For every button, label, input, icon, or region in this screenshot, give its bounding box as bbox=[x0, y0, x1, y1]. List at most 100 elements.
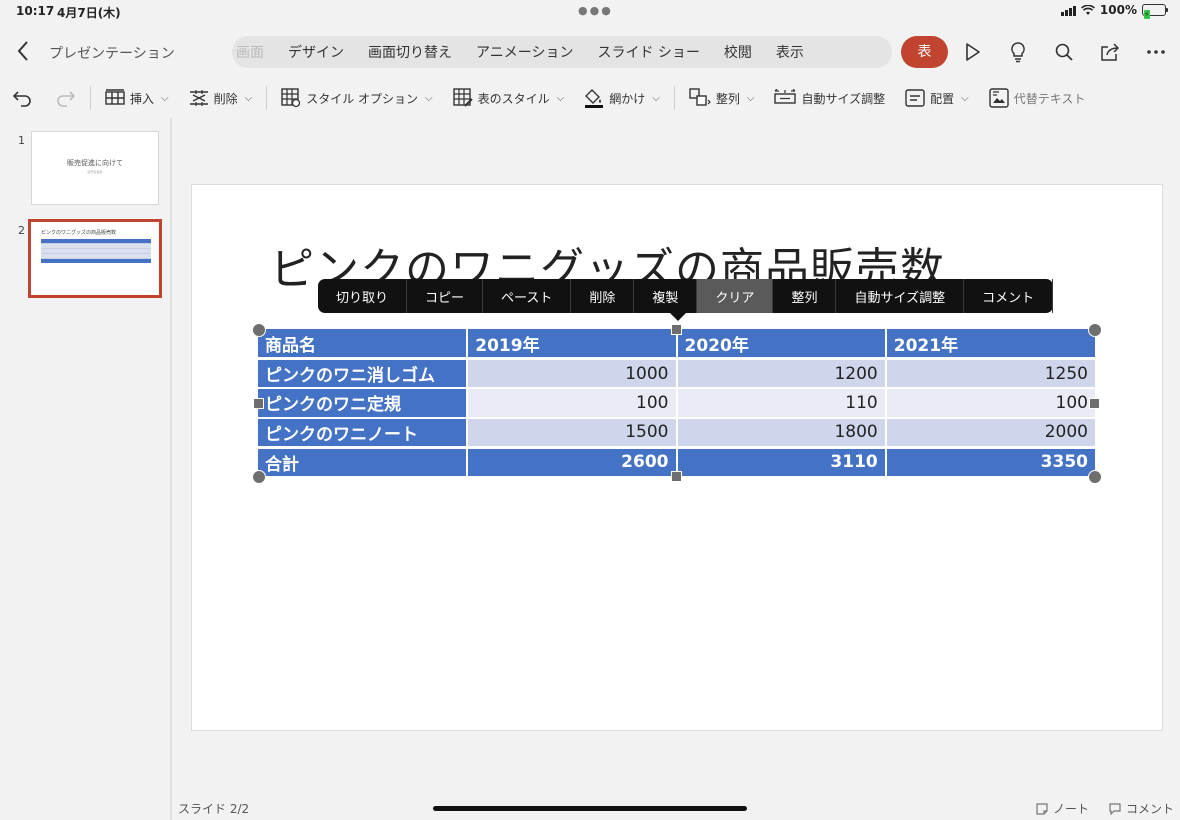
menu-item-paste[interactable]: ペースト bbox=[483, 279, 572, 313]
play-icon[interactable] bbox=[958, 38, 986, 66]
table-styles-icon bbox=[452, 88, 473, 107]
table-cell[interactable]: 100 bbox=[467, 388, 678, 419]
undo-button[interactable] bbox=[0, 83, 40, 113]
multitask-dots-icon[interactable]: ●●● bbox=[578, 4, 613, 17]
table-header-cell[interactable]: 2021年 bbox=[885, 329, 1095, 360]
comment-icon bbox=[1109, 802, 1121, 815]
menu-item-cut[interactable]: 切り取り bbox=[318, 279, 408, 313]
resize-handle-left[interactable] bbox=[253, 398, 264, 409]
resize-handle-bottom-right[interactable] bbox=[1088, 470, 1102, 484]
arrange-label: 整列 bbox=[715, 91, 740, 106]
search-icon[interactable] bbox=[1050, 38, 1078, 66]
resize-handle-bottom[interactable] bbox=[671, 471, 682, 482]
table-cell[interactable]: 100 bbox=[885, 388, 1095, 419]
table-row: ピンクのワニノート 1500 1800 2000 bbox=[258, 417, 1095, 448]
table-cell[interactable]: 1200 bbox=[676, 358, 887, 389]
alt-text-icon bbox=[989, 88, 1009, 108]
tab-draw[interactable]: 画面 bbox=[232, 42, 276, 62]
resize-handle-top[interactable] bbox=[671, 324, 682, 335]
tab-review[interactable]: 校閲 bbox=[712, 42, 764, 62]
table-insert-icon bbox=[105, 89, 125, 105]
table-cell[interactable]: 1500 bbox=[467, 417, 678, 448]
table-header-cell[interactable]: 商品名 bbox=[258, 329, 469, 360]
context-menu-pointer bbox=[670, 313, 686, 321]
slide-thumbnails-pane: 1 販売促進に向けて 販売促進部 2 ピンクのワニグッズの商品販売数 bbox=[0, 118, 172, 820]
menu-item-arrange[interactable]: 整列 bbox=[773, 279, 837, 313]
status-date: 4月7日(木) bbox=[57, 6, 121, 20]
lightbulb-icon[interactable] bbox=[1004, 38, 1032, 66]
table-style-options-icon bbox=[281, 88, 301, 108]
table-header-cell[interactable]: 2020年 bbox=[676, 329, 887, 360]
table-total-cell[interactable]: 3110 bbox=[676, 445, 887, 478]
app-header: プレゼンテーション 画面 デザイン 画面切り替え アニメーション スライド ショ… bbox=[0, 30, 1180, 74]
resize-handle-right[interactable] bbox=[1089, 398, 1100, 409]
arrange-button[interactable]: 整列 ⌵ bbox=[679, 83, 765, 113]
menu-item-clear[interactable]: クリア bbox=[697, 279, 774, 313]
tab-transitions[interactable]: 画面切り替え bbox=[356, 42, 464, 62]
thumbnail-title: ピンクのワニグッズの商品販売数 bbox=[41, 230, 117, 236]
table-cell[interactable]: 1250 bbox=[885, 358, 1095, 389]
share-icon[interactable] bbox=[1096, 38, 1124, 66]
table-total-cell[interactable]: 2600 bbox=[467, 445, 678, 478]
table-total-cell[interactable]: 3350 bbox=[885, 445, 1095, 478]
thumbnail-number: 2 bbox=[18, 224, 25, 237]
slide-counter: スライド 2/2 bbox=[178, 802, 250, 816]
resize-handle-top-right[interactable] bbox=[1088, 323, 1102, 337]
delete-button[interactable]: 削除 ⌵ bbox=[179, 83, 263, 113]
arrange-icon bbox=[689, 88, 711, 106]
menu-item-duplicate[interactable]: 複製 bbox=[634, 279, 698, 313]
table-row-header[interactable]: ピンクのワニ消しゴム bbox=[258, 358, 469, 389]
redo-button[interactable] bbox=[40, 83, 86, 113]
divider bbox=[90, 86, 91, 110]
table-cell[interactable]: 1000 bbox=[467, 358, 678, 389]
sales-table[interactable]: 商品名 2019年 2020年 2021年 ピンクのワニ消しゴム 1000 12… bbox=[258, 329, 1095, 478]
notes-label: ノート bbox=[1053, 802, 1090, 816]
tab-design[interactable]: デザイン bbox=[276, 42, 356, 62]
notes-icon bbox=[1036, 802, 1048, 815]
insert-button[interactable]: 挿入 ⌵ bbox=[95, 83, 179, 113]
shading-label: 網かけ bbox=[609, 91, 646, 106]
document-name[interactable]: プレゼンテーション bbox=[49, 43, 175, 63]
chevron-down-icon: ⌵ bbox=[652, 92, 660, 104]
table-row-header[interactable]: ピンクのワニノート bbox=[258, 417, 469, 448]
notes-button[interactable]: ノート bbox=[1035, 800, 1089, 817]
autofit-label: 自動サイズ調整 bbox=[801, 91, 886, 106]
table-row-header[interactable]: ピンクのワニ定規 bbox=[258, 388, 469, 419]
tab-slideshow[interactable]: スライド ショー bbox=[585, 42, 711, 62]
alt-text-label: 代替テキスト bbox=[1013, 91, 1086, 106]
table-cell[interactable]: 110 bbox=[676, 388, 887, 419]
table-row: ピンクのワニ定規 100 110 100 bbox=[258, 388, 1095, 419]
table-cell[interactable]: 2000 bbox=[885, 417, 1095, 448]
table-cell[interactable]: 1800 bbox=[676, 417, 887, 448]
table-total-label[interactable]: 合計 bbox=[258, 445, 469, 478]
status-time: 10:17 bbox=[16, 4, 55, 18]
comments-button[interactable]: コメント bbox=[1108, 800, 1174, 817]
table-header-cell[interactable]: 2019年 bbox=[467, 329, 678, 360]
more-options-icon[interactable] bbox=[1142, 38, 1170, 66]
resize-handle-bottom-left[interactable] bbox=[252, 470, 266, 484]
tab-table[interactable]: 表 bbox=[901, 36, 948, 68]
back-chevron-icon[interactable] bbox=[14, 38, 38, 66]
menu-item-autofit[interactable]: 自動サイズ調整 bbox=[836, 279, 965, 313]
tab-view[interactable]: 表示 bbox=[764, 42, 816, 62]
align-button[interactable]: 配置 ⌵ bbox=[895, 83, 979, 113]
thumbnail-table-preview bbox=[41, 239, 151, 263]
slide-thumbnail-1[interactable]: 販売促進に向けて 販売促進部 bbox=[31, 131, 159, 205]
autofit-icon bbox=[774, 89, 797, 104]
table-styles-button[interactable]: 表のスタイル ⌵ bbox=[443, 83, 575, 113]
menu-item-copy[interactable]: コピー bbox=[407, 279, 484, 313]
slide-thumbnail-2[interactable]: ピンクのワニグッズの商品販売数 bbox=[28, 219, 162, 298]
resize-handle-top-left[interactable] bbox=[252, 323, 266, 337]
shading-button[interactable]: 網かけ ⌵ bbox=[574, 83, 670, 113]
divider bbox=[673, 86, 675, 110]
home-indicator[interactable] bbox=[433, 806, 747, 811]
autofit-button[interactable]: 自動サイズ調整 bbox=[764, 83, 895, 113]
alt-text-button[interactable]: 代替テキスト bbox=[979, 83, 1086, 113]
undo-icon bbox=[12, 91, 31, 107]
tab-animations[interactable]: アニメーション bbox=[464, 42, 585, 62]
menu-item-comment[interactable]: コメント bbox=[964, 279, 1054, 313]
chevron-down-icon: ⌵ bbox=[556, 92, 565, 104]
menu-item-delete[interactable]: 削除 bbox=[571, 279, 635, 313]
thumbnail-number: 1 bbox=[18, 134, 25, 147]
style-options-button[interactable]: スタイル オプション ⌵ bbox=[271, 83, 442, 113]
